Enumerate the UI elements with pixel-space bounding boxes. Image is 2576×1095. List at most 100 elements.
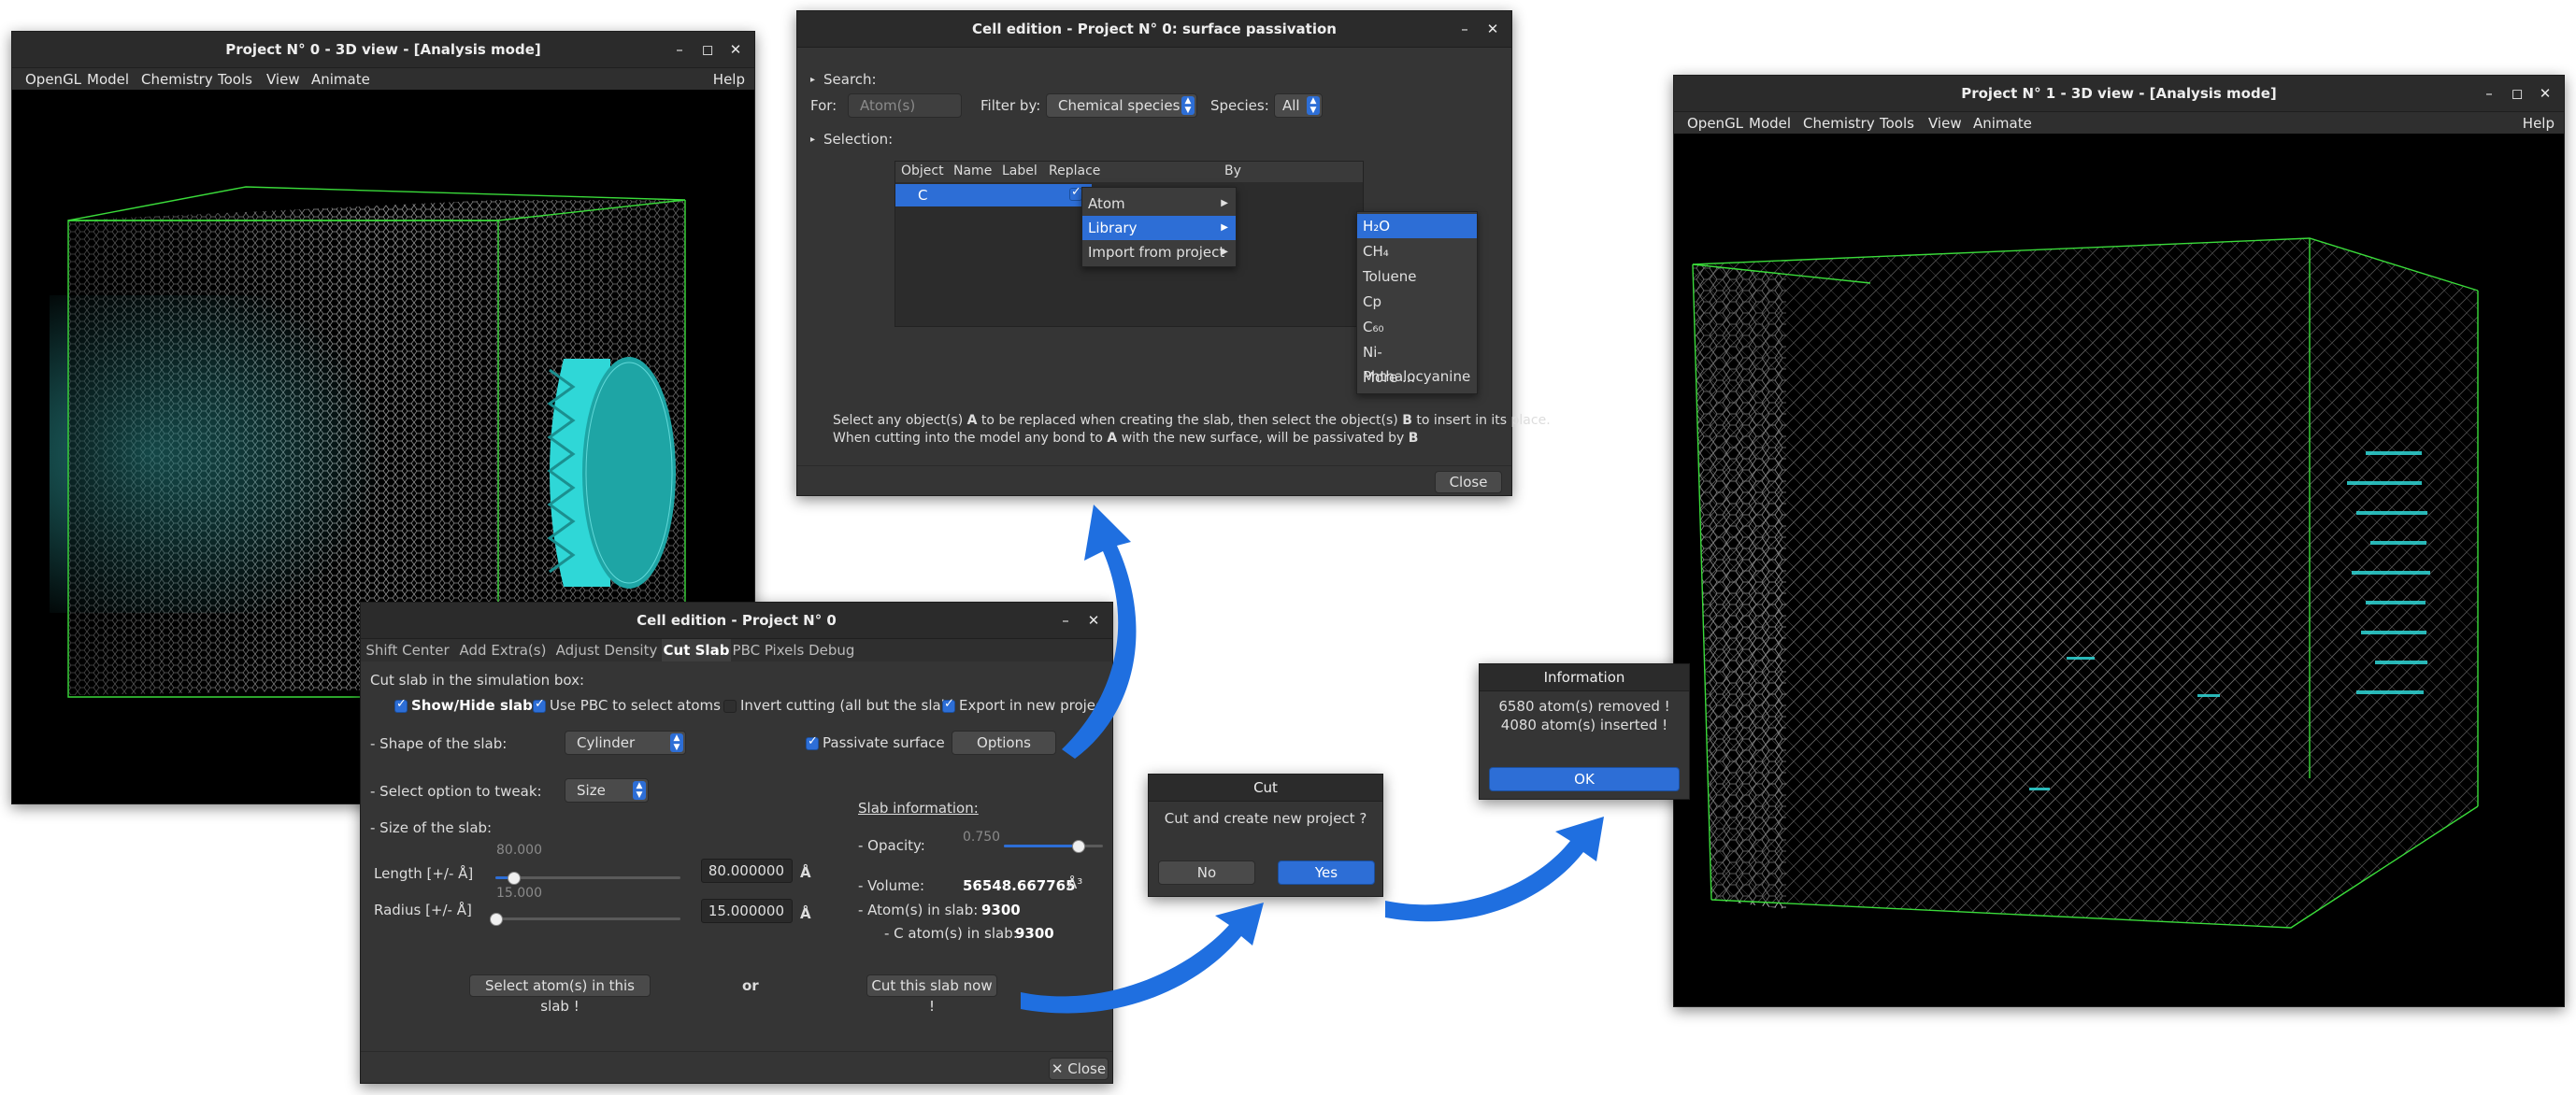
titlebar[interactable]: Project N° 0 - 3D view - [Analysis mode]…	[12, 32, 754, 68]
menu-tools[interactable]: Tools	[1880, 115, 1914, 132]
ok-button[interactable]: OK	[1489, 767, 1680, 791]
show-hide-label[interactable]: Show/Hide slab	[411, 697, 533, 714]
invert-label[interactable]: Invert cutting (all but the slab)	[740, 697, 955, 714]
library-item-toluene[interactable]: Toluene	[1357, 264, 1477, 289]
maximize-button[interactable]: ◻	[2504, 76, 2530, 111]
menu-opengl[interactable]: OpenGL	[1687, 115, 1743, 132]
menu-item-atom[interactable]: Atom ▶	[1082, 192, 1236, 216]
col-by[interactable]: By	[1224, 164, 1241, 178]
tab-pbc-pixels-debug[interactable]: PBC Pixels Debug	[731, 639, 856, 661]
col-object[interactable]: Object	[901, 164, 944, 178]
filter-combo[interactable]: Chemical species ▲ ▼	[1046, 93, 1197, 118]
minimize-button[interactable]: –	[2476, 76, 2502, 111]
options-button[interactable]: Options	[952, 731, 1056, 755]
by-popup-menu: Atom ▶ Library ▶ Import from project ▶	[1081, 187, 1237, 267]
table-row[interactable]: C	[895, 184, 1092, 206]
col-replace[interactable]: Replace	[1049, 164, 1100, 178]
tab-add-extras[interactable]: Add Extra(s)	[454, 639, 551, 661]
atoms-label: - Atom(s) in slab:	[858, 902, 979, 918]
menu-chemistry[interactable]: Chemistry	[141, 71, 213, 88]
length-input[interactable]: 80.000000	[701, 859, 793, 883]
menu-view[interactable]: View	[266, 71, 300, 88]
col-label[interactable]: Label	[1002, 164, 1038, 178]
cut-slab-button[interactable]: Cut this slab now !	[866, 974, 997, 1015]
menu-model[interactable]: Model	[1749, 115, 1791, 132]
yes-button[interactable]: Yes	[1278, 860, 1375, 885]
gl-canvas[interactable]	[1674, 134, 2564, 1006]
titlebar[interactable]: Information	[1480, 664, 1689, 691]
minimize-button[interactable]: –	[666, 32, 693, 67]
menu-opengl[interactable]: OpenGL	[25, 71, 81, 88]
library-submenu: H₂O CH₄ Toluene Cp C₆₀ Ni-Phthalocyanine…	[1356, 211, 1478, 394]
dialog-message: Cut and create new project ?	[1164, 810, 1367, 827]
menu-chemistry[interactable]: Chemistry	[1803, 115, 1875, 132]
length-slider-handle[interactable]	[508, 872, 521, 885]
tab-bar: Shift Center Add Extra(s) Adjust Density…	[361, 639, 1112, 661]
volume-value: 56548.667765	[963, 877, 1076, 894]
titlebar[interactable]: Cell edition - Project N° 0: surface pas…	[797, 11, 1511, 48]
passivate-label[interactable]: Passivate surface	[823, 734, 945, 751]
close-button[interactable]: ✕	[1480, 11, 1506, 47]
shape-combo[interactable]: Cylinder ▲ ▼	[565, 731, 686, 755]
cell-object: C	[918, 187, 928, 204]
expander-arrow[interactable]: ▸	[810, 75, 815, 85]
menu-view[interactable]: View	[1928, 115, 1962, 132]
titlebar[interactable]: Cut	[1149, 775, 1382, 802]
menu-model[interactable]: Model	[87, 71, 129, 88]
use-pbc-label[interactable]: Use PBC to select atoms	[550, 697, 721, 714]
show-hide-checkbox[interactable]	[394, 697, 408, 713]
library-item-c60[interactable]: C₆₀	[1357, 315, 1477, 339]
menu-item-library[interactable]: Library ▶	[1082, 216, 1236, 240]
titlebar[interactable]: Cell edition - Project N° 0 – ✕	[361, 603, 1112, 639]
menubar: OpenGL Model Chemistry Tools View Animat…	[1674, 112, 2564, 135]
size-label: - Size of the slab:	[370, 819, 493, 836]
tweak-combo[interactable]: Size ▲ ▼	[565, 778, 649, 803]
close-button[interactable]: ✕	[2532, 76, 2558, 111]
export-checkbox[interactable]	[942, 697, 955, 713]
opacity-slider-value: 0.750	[963, 830, 1001, 845]
for-input[interactable]: Atom(s)	[848, 93, 962, 118]
species-combo[interactable]: All ▲ ▼	[1274, 93, 1323, 118]
minimize-button[interactable]: –	[1052, 603, 1079, 638]
close-button[interactable]: ✕	[723, 32, 749, 67]
menu-animate[interactable]: Animate	[311, 71, 370, 88]
c-atoms-label: - C atom(s) in slab:	[884, 925, 1018, 942]
library-item-ni-phthalocyanine[interactable]: Ni-Phthalocyanine	[1357, 340, 1477, 385]
menu-item-import[interactable]: Import from project ▶	[1082, 240, 1236, 264]
menu-animate[interactable]: Animate	[1973, 115, 2032, 132]
close-button[interactable]: Close	[1435, 471, 1502, 493]
library-item-cp[interactable]: Cp	[1357, 290, 1477, 314]
radius-input[interactable]: 15.000000	[701, 899, 793, 923]
library-item-more[interactable]: More ...	[1357, 365, 1477, 390]
shape-label: - Shape of the slab:	[370, 735, 508, 752]
radius-slider-handle[interactable]	[490, 913, 503, 926]
close-button[interactable]: ✕	[1080, 603, 1107, 638]
passivate-checkbox[interactable]	[806, 734, 819, 750]
tab-cut-slab[interactable]: Cut Slab	[662, 639, 731, 661]
menu-help[interactable]: Help	[713, 71, 745, 88]
length-slider[interactable]	[495, 876, 680, 879]
menu-tools[interactable]: Tools	[218, 71, 252, 88]
replace-checkbox[interactable]	[1069, 185, 1082, 201]
use-pbc-checkbox[interactable]	[533, 697, 546, 713]
library-item-ch4[interactable]: CH₄	[1357, 239, 1477, 263]
select-atoms-button[interactable]: Select atom(s) in this slab !	[469, 974, 651, 1015]
export-label[interactable]: Export in new project	[959, 697, 1109, 714]
library-item-h2o[interactable]: H₂O	[1357, 214, 1477, 238]
invert-checkbox[interactable]	[723, 700, 737, 713]
length-unit: Å	[800, 864, 811, 881]
tab-shift-center[interactable]: Shift Center	[361, 639, 454, 661]
species-label: Species:	[1210, 97, 1269, 114]
titlebar[interactable]: Project N° 1 - 3D view - [Analysis mode]…	[1674, 76, 2564, 112]
length-label: Length [+/- Å]	[374, 865, 474, 882]
col-name[interactable]: Name	[953, 164, 992, 178]
maximize-button[interactable]: ◻	[694, 32, 721, 67]
radius-slider[interactable]	[495, 917, 680, 920]
close-button[interactable]: ✕ Close	[1049, 1058, 1109, 1080]
opacity-slider-handle[interactable]	[1072, 840, 1085, 853]
expander-arrow[interactable]: ▸	[810, 135, 815, 145]
no-button[interactable]: No	[1158, 860, 1255, 885]
minimize-button[interactable]: –	[1452, 11, 1478, 47]
tab-adjust-density[interactable]: Adjust Density	[551, 639, 662, 661]
menu-help[interactable]: Help	[2523, 115, 2555, 132]
